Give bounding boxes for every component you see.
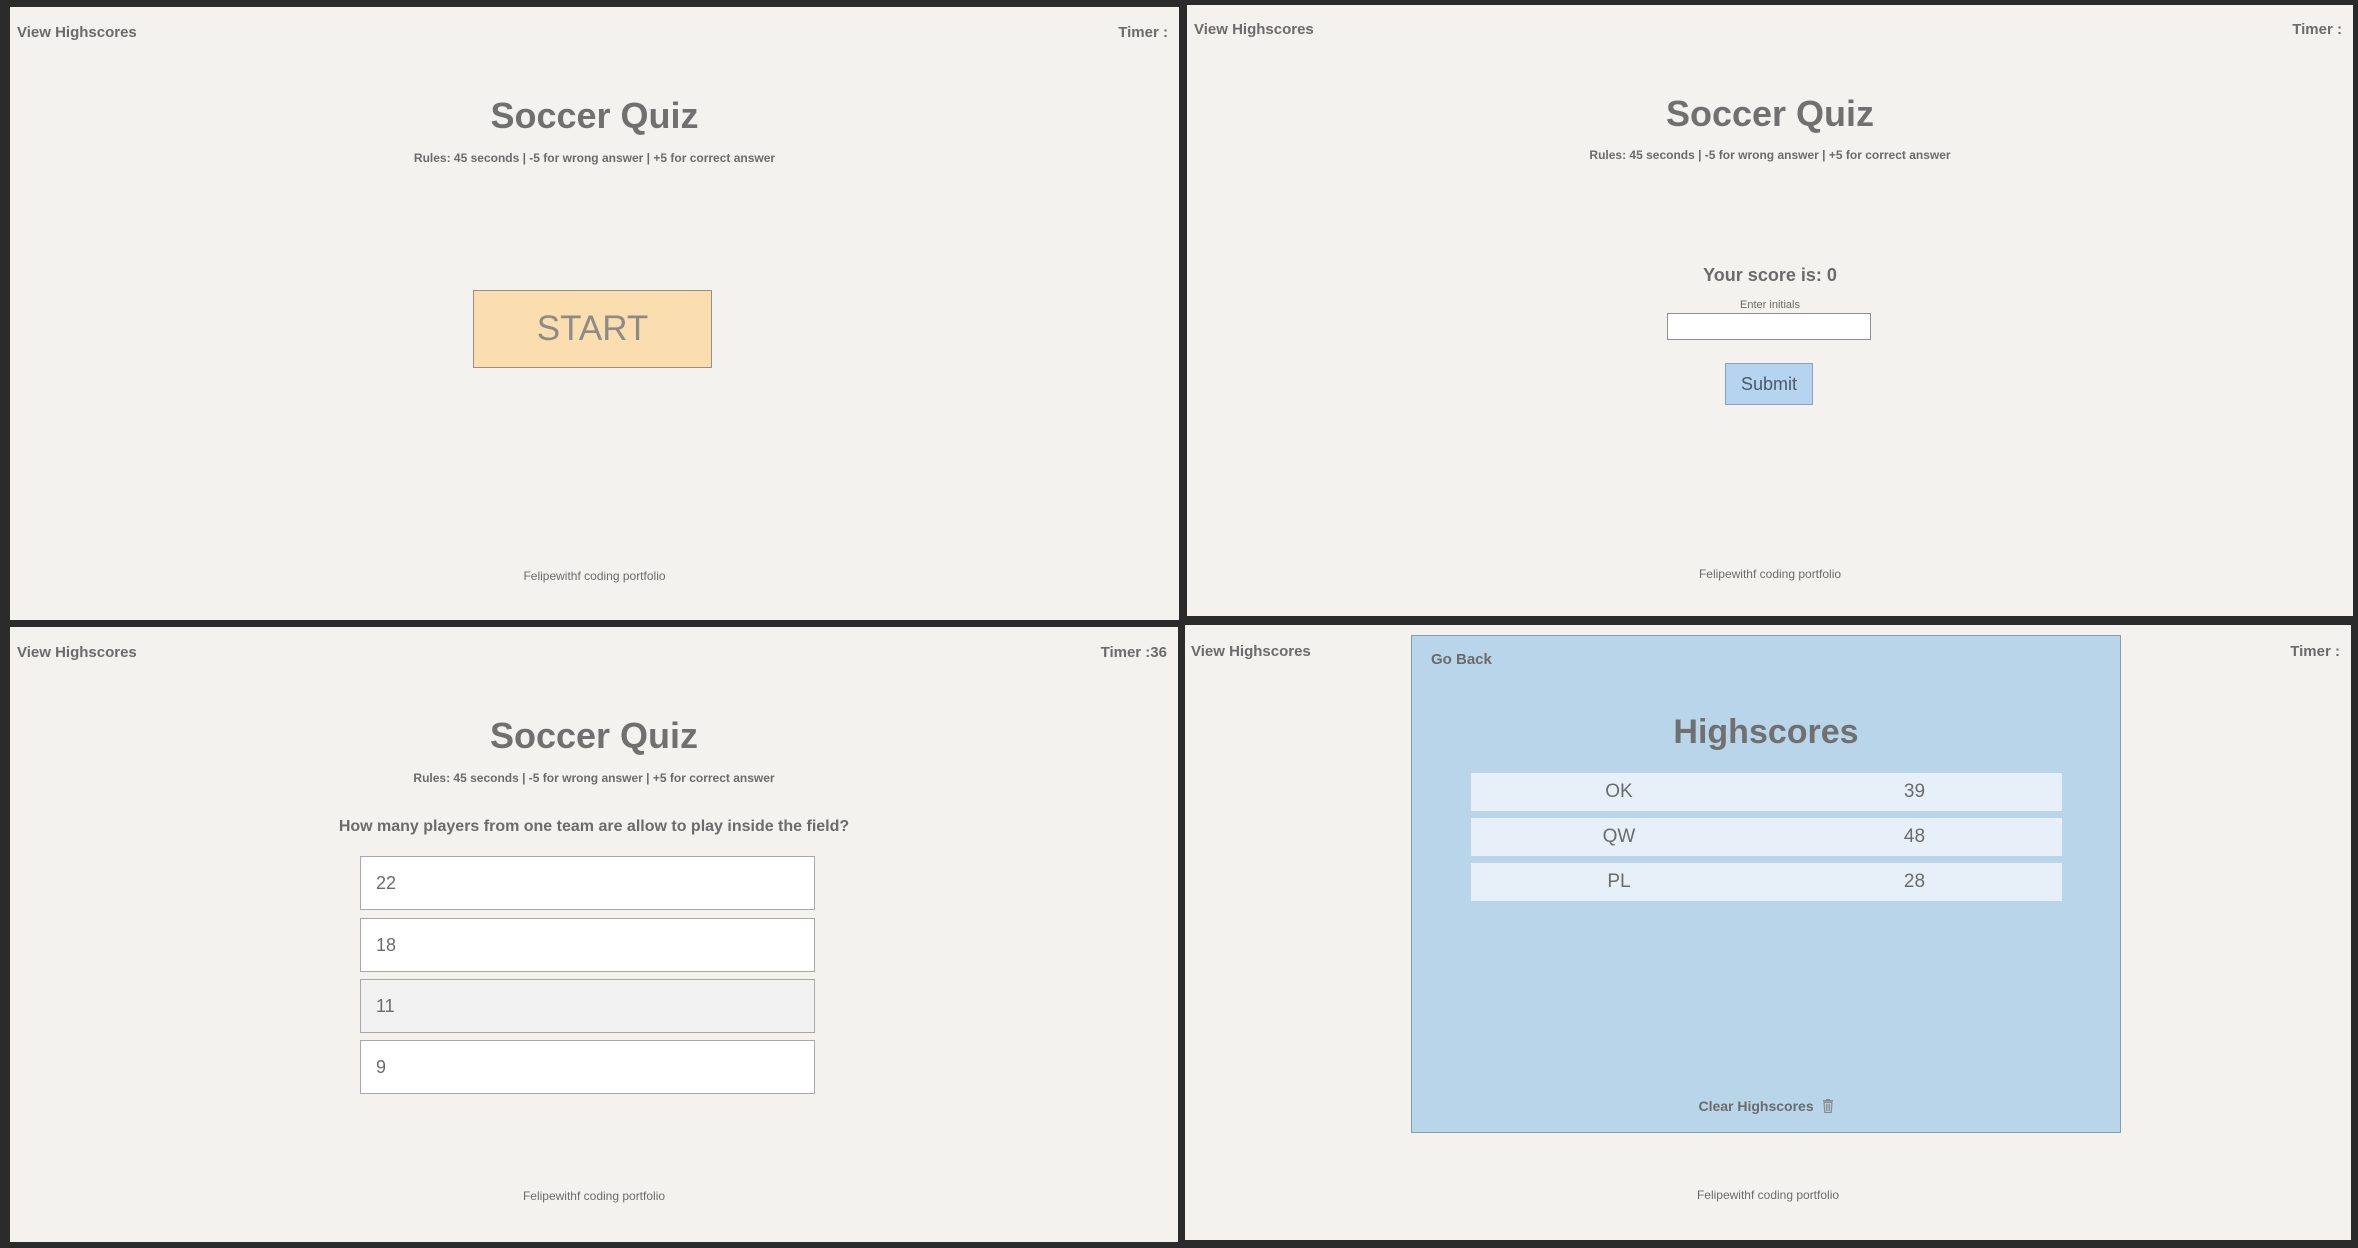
footer-text: Felipewithf coding portfolio <box>1696 1188 1840 1202</box>
go-back-button[interactable]: Go Back <box>1431 651 1492 668</box>
rules-text: Rules: 45 seconds | -5 for wrong answer … <box>413 151 776 165</box>
rules-text: Rules: 45 seconds | -5 for wrong answer … <box>1589 148 1951 162</box>
question-screen-panel: View Highscores Timer :36 Soccer Quiz Ru… <box>10 627 1178 1242</box>
answer-option[interactable]: 11 <box>360 979 815 1033</box>
clear-highscores-button[interactable]: Clear Highscores <box>1412 1098 2120 1116</box>
highscores-title: Highscores <box>1673 713 1859 751</box>
timer-display: Timer :36 <box>1100 644 1167 661</box>
timer-display: Timer : <box>2290 643 2340 660</box>
initials-label: Enter initials <box>1740 299 1800 311</box>
highscore-row: PL 28 <box>1471 863 2062 901</box>
highscore-score: 39 <box>1903 781 1926 802</box>
start-button[interactable]: START <box>473 290 712 368</box>
page-title: Soccer Quiz <box>489 715 699 756</box>
highscore-row: QW 48 <box>1471 818 2062 856</box>
highscore-score: 28 <box>1903 871 1926 892</box>
footer-text: Felipewithf coding portfolio <box>522 1189 666 1203</box>
answer-option[interactable]: 18 <box>360 918 815 972</box>
highscore-score: 48 <box>1903 826 1926 847</box>
initials-input[interactable] <box>1667 313 1871 340</box>
page-title: Soccer Quiz <box>490 95 699 136</box>
timer-display: Timer : <box>2292 21 2342 38</box>
footer-text: Felipewithf coding portfolio <box>523 569 666 583</box>
start-screen-panel: View Highscores Timer : Soccer Quiz Rule… <box>10 7 1179 620</box>
score-screen-panel: View Highscores Timer : Soccer Quiz Rule… <box>1187 5 2353 616</box>
highscore-row: OK 39 <box>1471 773 2062 811</box>
highscores-modal: Go Back Highscores OK 39 QW 48 PL 28 Cle… <box>1411 635 2121 1133</box>
highscore-initials: QW <box>1602 826 1636 847</box>
footer-text: Felipewithf coding portfolio <box>1698 567 1842 581</box>
trash-icon <box>1822 1099 1834 1116</box>
highscore-initials: PL <box>1607 871 1631 892</box>
view-highscores-link[interactable]: View Highscores <box>17 24 137 41</box>
highscore-initials: OK <box>1605 781 1633 802</box>
page-title: Soccer Quiz <box>1665 93 1875 134</box>
timer-display: Timer : <box>1118 24 1168 41</box>
view-highscores-link[interactable]: View Highscores <box>17 644 137 661</box>
score-text: Your score is: 0 <box>1703 265 1837 285</box>
highscores-screen-panel: View Highscores Timer : Go Back Highscor… <box>1185 625 2351 1240</box>
clear-highscores-label: Clear Highscores <box>1698 1098 1814 1114</box>
answer-option[interactable]: 22 <box>360 856 815 910</box>
answer-option[interactable]: 9 <box>360 1040 815 1094</box>
rules-text: Rules: 45 seconds | -5 for wrong answer … <box>413 771 775 785</box>
view-highscores-link[interactable]: View Highscores <box>1194 21 1314 38</box>
view-highscores-link[interactable]: View Highscores <box>1191 643 1311 660</box>
question-text: How many players from one team are allow… <box>338 818 850 835</box>
submit-button[interactable]: Submit <box>1725 363 1813 405</box>
